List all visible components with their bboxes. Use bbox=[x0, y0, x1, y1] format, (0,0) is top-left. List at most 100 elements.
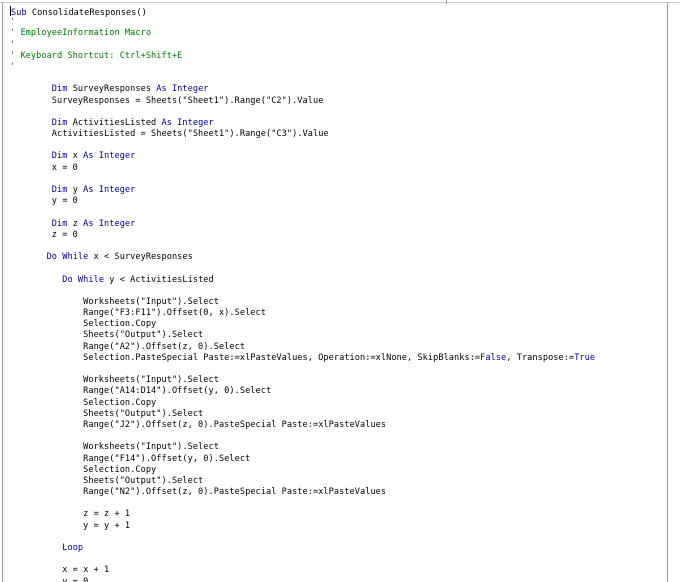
code-text: ActivitiesListed bbox=[67, 117, 162, 128]
code-line[interactable]: Sheets("Output").Select bbox=[10, 409, 662, 420]
code-line[interactable]: Worksheets("Input").Select bbox=[10, 297, 662, 308]
code-line[interactable]: Dim z As Integer bbox=[10, 219, 662, 230]
code-line[interactable]: y = 0 bbox=[10, 577, 662, 582]
code-line[interactable] bbox=[10, 498, 662, 509]
code-keyword: As Integer bbox=[83, 218, 136, 229]
code-text: z bbox=[67, 218, 84, 229]
code-line[interactable]: ' bbox=[10, 40, 662, 51]
code-line[interactable]: z = 0 bbox=[10, 230, 662, 241]
code-line[interactable] bbox=[10, 73, 662, 84]
code-text: Worksheets("Input").Select bbox=[10, 442, 219, 453]
code-line[interactable]: Range("F3:F11").Offset(0, x).Select bbox=[10, 308, 662, 319]
code-text: ActivitiesListed = Sheets("Sheet1").Rang… bbox=[10, 129, 329, 140]
code-line[interactable]: Selection.PasteSpecial Paste:=xlPasteVal… bbox=[10, 353, 662, 364]
code-line[interactable]: x = 0 bbox=[10, 163, 662, 174]
code-text: Range("J2").Offset(z, 0).PasteSpecial Pa… bbox=[10, 419, 387, 430]
code-text: y = 0 bbox=[10, 576, 89, 582]
code-line[interactable] bbox=[10, 241, 662, 252]
code-line[interactable]: Range("A14:D14").Offset(y, 0).Select bbox=[10, 386, 662, 397]
code-text: Sheets("Output").Select bbox=[10, 475, 204, 486]
code-text: Worksheets("Input").Select bbox=[10, 296, 219, 307]
code-line[interactable]: Do While x < SurveyResponses bbox=[10, 252, 662, 263]
code-line[interactable] bbox=[10, 431, 662, 442]
code-text: Range("N2").Offset(z, 0).PasteSpecial Pa… bbox=[10, 487, 387, 498]
code-keyword: As Integer bbox=[83, 185, 136, 195]
code-text: Worksheets("Input").Select bbox=[10, 375, 219, 386]
code-text: SurveyResponses = Sheets("Sheet1").Range… bbox=[10, 95, 324, 106]
code-line[interactable]: Dim ActivitiesListed As Integer bbox=[10, 118, 662, 129]
code-line[interactable]: x = x + 1 bbox=[10, 565, 662, 576]
code-line[interactable]: Dim y As Integer bbox=[10, 185, 662, 196]
code-keyword: As Integer bbox=[161, 117, 214, 128]
code-line[interactable]: Dim x As Integer bbox=[10, 151, 662, 162]
code-text: Sheets("Output").Select bbox=[10, 408, 204, 419]
code-keyword: Dim bbox=[51, 117, 68, 128]
code-line[interactable] bbox=[10, 107, 662, 118]
code-text: x = x + 1 bbox=[10, 565, 110, 576]
code-text: Sheets("Output").Select bbox=[10, 330, 204, 341]
code-line[interactable]: Loop bbox=[10, 543, 662, 554]
code-text: y = 0 bbox=[10, 196, 78, 207]
code-line[interactable]: y = y + 1 bbox=[10, 521, 662, 532]
code-line[interactable]: Worksheets("Input").Select bbox=[10, 375, 662, 386]
code-line[interactable] bbox=[10, 207, 662, 218]
code-line[interactable]: y = 0 bbox=[10, 196, 662, 207]
code-line[interactable]: ActivitiesListed = Sheets("Sheet1").Rang… bbox=[10, 129, 662, 140]
code-line[interactable]: Range("F14").Offset(y, 0).Select bbox=[10, 454, 662, 465]
code-line[interactable]: ' bbox=[10, 62, 662, 73]
code-lines[interactable]: Sub ConsolidateResponses() ' ' EmployeeInf… bbox=[10, 6, 662, 582]
code-text: Selection.Copy bbox=[10, 397, 157, 408]
code-line[interactable]: z = z + 1 bbox=[10, 509, 662, 520]
code-line[interactable]: Range("A2").Offset(z, 0).Select bbox=[10, 342, 662, 353]
code-text: y = y + 1 bbox=[10, 520, 131, 531]
code-line[interactable]: Sub ConsolidateResponses() bbox=[10, 6, 662, 18]
code-text: x = 0 bbox=[10, 162, 78, 173]
code-text: Selection.Copy bbox=[10, 464, 157, 475]
code-keyword: True bbox=[574, 352, 596, 363]
code-line[interactable]: ' Keyboard Shortcut: Ctrl+Shift+E bbox=[10, 51, 662, 62]
code-line[interactable]: Sheets("Output").Select bbox=[10, 330, 662, 341]
code-line[interactable]: Do While y < ActivitiesListed bbox=[10, 275, 662, 286]
code-line[interactable] bbox=[10, 554, 662, 565]
code-line[interactable] bbox=[10, 174, 662, 185]
code-line[interactable]: Selection.Copy bbox=[10, 398, 662, 409]
code-text: x bbox=[67, 151, 84, 162]
code-keyword: Dim bbox=[51, 185, 68, 195]
code-text: y < ActivitiesListed bbox=[104, 274, 214, 285]
code-text: ConsolidateResponses() bbox=[26, 8, 147, 18]
code-line[interactable]: ' bbox=[10, 17, 662, 28]
code-text: Range("F14").Offset(y, 0).Select bbox=[10, 453, 251, 464]
code-text: x < SurveyResponses bbox=[88, 252, 193, 263]
code-line[interactable]: Range("J2").Offset(z, 0).PasteSpecial Pa… bbox=[10, 420, 662, 431]
code-line[interactable] bbox=[10, 364, 662, 375]
code-text: Selection.PasteSpecial Paste:=xlPasteVal… bbox=[10, 352, 481, 363]
code-line[interactable]: SurveyResponses = Sheets("Sheet1").Range… bbox=[10, 96, 662, 107]
code-line[interactable] bbox=[10, 286, 662, 297]
code-comment: ' bbox=[10, 61, 16, 72]
code-text: Range("F3:F11").Offset(0, x).Select bbox=[10, 308, 266, 319]
code-keyword: Loop bbox=[62, 543, 84, 553]
code-line[interactable]: Sheets("Output").Select bbox=[10, 476, 662, 487]
code-text: z = 0 bbox=[10, 229, 78, 240]
code-line[interactable]: Range("N2").Offset(z, 0).PasteSpecial Pa… bbox=[10, 487, 662, 498]
code-keyword: Dim bbox=[51, 218, 68, 229]
code-keyword: As Integer bbox=[156, 84, 209, 95]
code-line[interactable]: Worksheets("Input").Select bbox=[10, 442, 662, 453]
code-line[interactable]: Dim SurveyResponses As Integer bbox=[10, 84, 662, 95]
code-line[interactable]: ' EmployeeInformation Macro bbox=[10, 28, 662, 39]
code-line[interactable] bbox=[10, 140, 662, 151]
code-line[interactable]: Selection.Copy bbox=[10, 465, 662, 476]
code-line[interactable] bbox=[10, 263, 662, 274]
code-keyword: Dim bbox=[51, 151, 68, 162]
code-comment: ' bbox=[10, 17, 16, 28]
code-line[interactable] bbox=[10, 532, 662, 543]
code-line[interactable]: Selection.Copy bbox=[10, 319, 662, 330]
code-text: Range("A14:D14").Offset(y, 0).Select bbox=[10, 386, 272, 397]
code-editor[interactable]: Sub ConsolidateResponses() ' ' EmployeeInf… bbox=[2, 3, 668, 582]
